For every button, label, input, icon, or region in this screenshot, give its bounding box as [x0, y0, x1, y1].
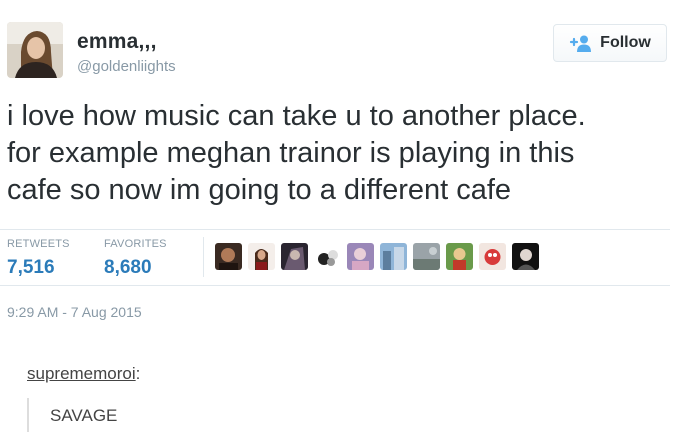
favoriter-avatar[interactable]: [314, 243, 341, 270]
favorites-count: 8,680: [104, 257, 152, 278]
favoriter-avatar[interactable]: [281, 243, 308, 270]
favoriter-avatar[interactable]: [479, 243, 506, 270]
avatar[interactable]: [7, 22, 63, 78]
favorites-label: FAVORITES: [104, 238, 167, 250]
tweet-text: i love how music can take u to another p…: [7, 98, 667, 209]
divider: [0, 285, 670, 286]
tweet-text-line: i love how music can take u to another p…: [7, 100, 586, 132]
reblog-username-link[interactable]: suprememoroi: [27, 364, 136, 383]
favoriter-avatar[interactable]: [413, 243, 440, 270]
tweet-card: emma,,, @goldenliights Follow i love how…: [0, 0, 674, 340]
user-handle[interactable]: @goldenliights: [77, 58, 176, 75]
favoriter-avatar[interactable]: [347, 243, 374, 270]
stats-separator: [203, 237, 204, 277]
reblog-separator: :: [135, 364, 141, 383]
follow-button-label: Follow: [600, 34, 651, 51]
favoriter-avatar[interactable]: [446, 243, 473, 270]
add-user-icon: [569, 34, 593, 52]
user-name[interactable]: emma,,,: [77, 30, 157, 54]
retweets-stat[interactable]: RETWEETS 7,516: [7, 238, 70, 279]
retweets-count: 7,516: [7, 257, 55, 278]
follow-button[interactable]: Follow: [553, 24, 667, 62]
divider: [0, 229, 670, 230]
favoriter-avatar[interactable]: [512, 243, 539, 270]
tweet-timestamp[interactable]: 9:29 AM - 7 Aug 2015: [7, 304, 142, 320]
tweet-text-line: for example meghan trainor is playing in…: [7, 137, 575, 169]
retweets-label: RETWEETS: [7, 238, 70, 250]
favoriter-avatar[interactable]: [380, 243, 407, 270]
favorited-by-avatars: [215, 243, 539, 270]
reblog-attribution: suprememoroi:: [27, 364, 140, 384]
quote-bar: [27, 398, 29, 432]
favoriter-avatar[interactable]: [215, 243, 242, 270]
tweet-text-line: cafe so now im going to a different cafe: [7, 174, 512, 206]
reblog-comment: SAVAGE: [50, 406, 118, 425]
favorites-stat[interactable]: FAVORITES 8,680: [104, 238, 167, 279]
favoriter-avatar[interactable]: [248, 243, 275, 270]
